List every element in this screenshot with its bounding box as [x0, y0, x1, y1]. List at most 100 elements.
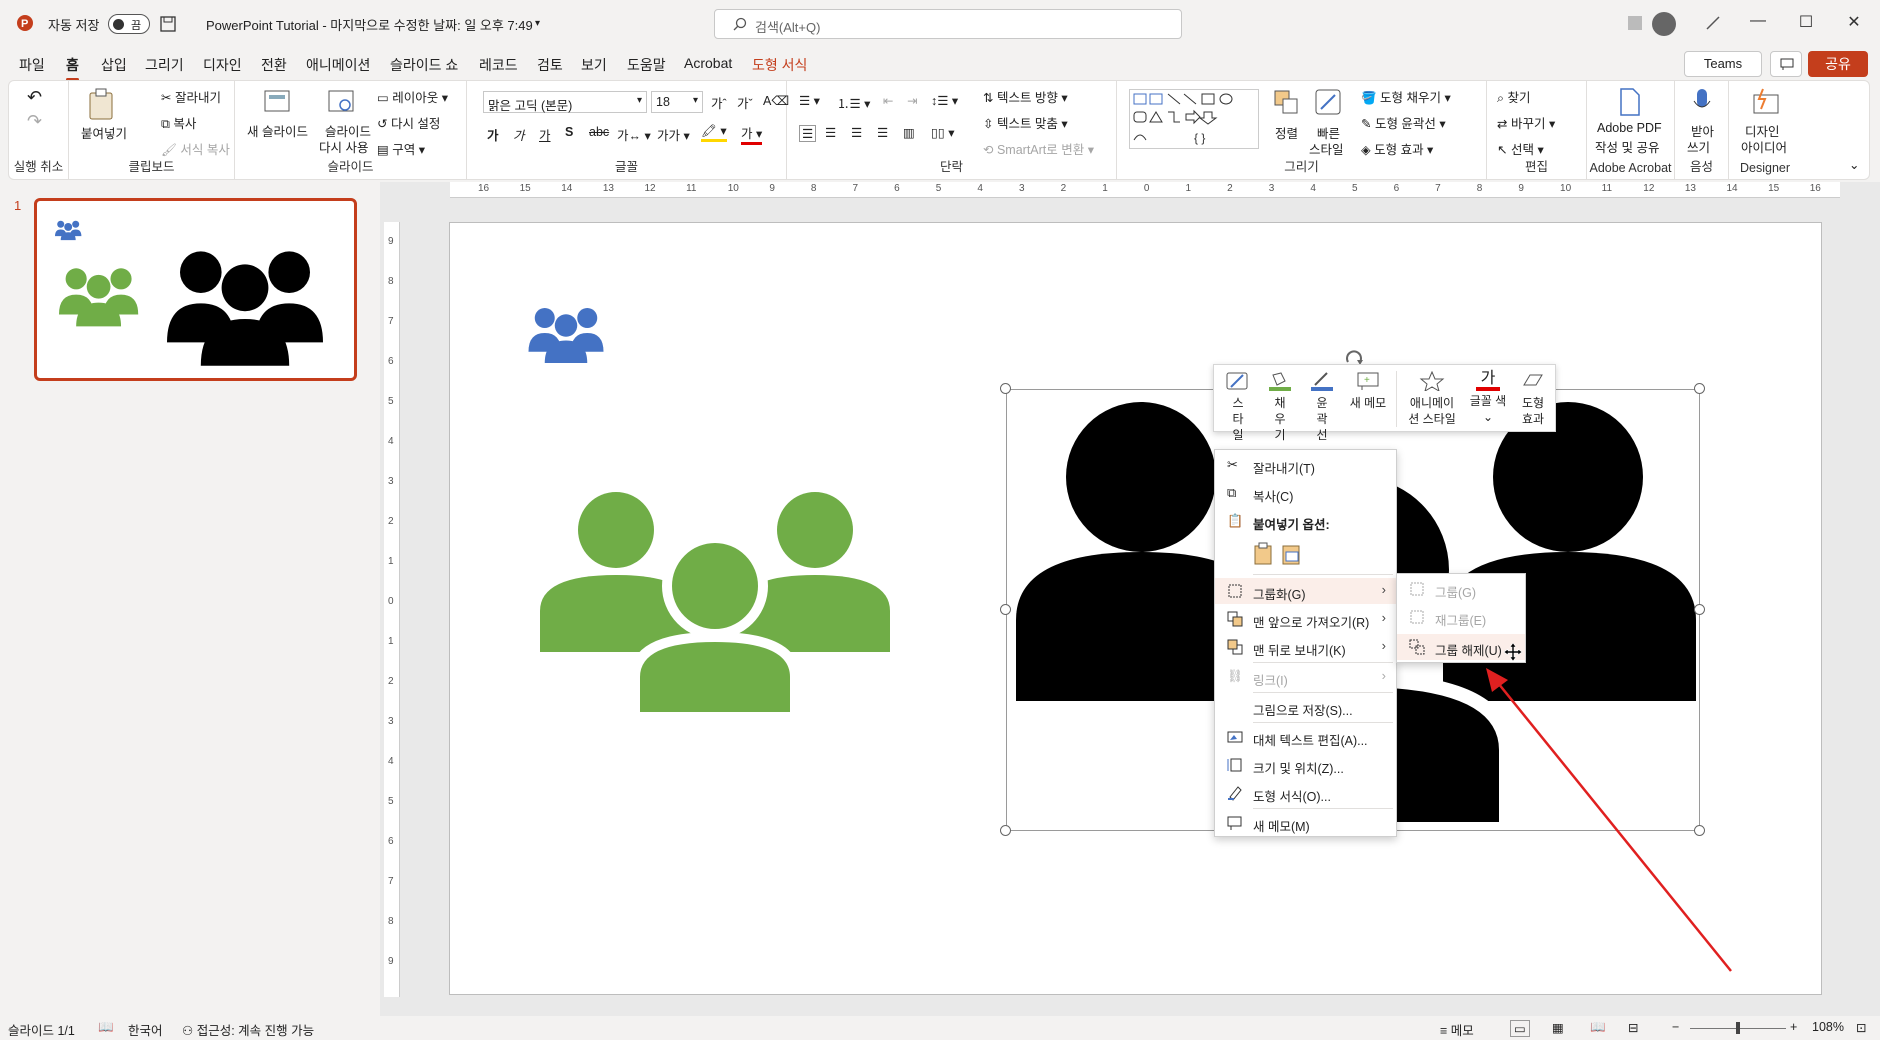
- minimize-button[interactable]: —: [1746, 12, 1770, 36]
- redo-icon[interactable]: ↷: [27, 111, 42, 132]
- menu-item-save-as-picture[interactable]: 그림으로 저장(S)...: [1215, 694, 1396, 720]
- blue-people-icon[interactable]: [520, 303, 612, 363]
- paste-as-picture-icon[interactable]: [1281, 542, 1303, 566]
- menu-item-edit-alt-text[interactable]: 대체 텍스트 편집(A)...: [1215, 724, 1396, 750]
- tab-home[interactable]: 홈: [66, 55, 79, 81]
- menu-item-cut[interactable]: ✂ 잘라내기(T): [1215, 452, 1396, 478]
- align-left-icon[interactable]: ☰: [799, 125, 817, 142]
- resize-handle-w[interactable]: [1000, 604, 1011, 615]
- cut-button[interactable]: ✂ 잘라내기: [161, 87, 221, 106]
- tab-draw[interactable]: 그리기: [145, 55, 184, 75]
- close-button[interactable]: ✕: [1842, 12, 1866, 36]
- document-title[interactable]: PowerPoint Tutorial - 마지막으로 수정한 날짜: 일 오후…: [206, 15, 533, 34]
- arrange-icon[interactable]: [1271, 87, 1301, 117]
- arrange-label[interactable]: 정렬: [1275, 123, 1298, 142]
- new-slide-icon[interactable]: [263, 87, 293, 115]
- find-button[interactable]: ⌕ 찾기: [1497, 87, 1531, 106]
- ribbon-display-icon[interactable]: [1628, 16, 1642, 30]
- strikethrough-icon[interactable]: abc: [589, 125, 609, 139]
- line-spacing-icon[interactable]: ↕☰ ▾: [931, 93, 958, 108]
- chevron-down-icon[interactable]: ▾: [535, 18, 540, 29]
- tab-view[interactable]: 보기: [581, 55, 607, 75]
- change-case-icon[interactable]: 가가 ▾: [657, 125, 690, 144]
- layout-button[interactable]: ▭ 레이아웃 ▾: [377, 87, 448, 106]
- pen-icon[interactable]: [1704, 14, 1722, 32]
- numbering-icon[interactable]: ⒈☰ ▾: [837, 93, 870, 112]
- slideshow-view-icon[interactable]: ⊟: [1628, 1020, 1638, 1035]
- align-right-icon[interactable]: ☰: [851, 125, 862, 140]
- reuse-slides-icon[interactable]: [327, 87, 357, 115]
- underline-icon[interactable]: 가: [539, 125, 551, 144]
- align-text-button[interactable]: ⇳ 텍스트 맞춤 ▾: [983, 113, 1068, 132]
- increase-indent-icon[interactable]: ⇥: [907, 93, 917, 108]
- save-icon[interactable]: [160, 16, 176, 32]
- justify-icon[interactable]: ☰: [877, 125, 888, 140]
- tab-design[interactable]: 디자인: [203, 55, 242, 75]
- quick-styles-icon[interactable]: [1313, 87, 1343, 117]
- paste-keep-source-icon[interactable]: [1253, 542, 1275, 566]
- text-direction-button[interactable]: ⇅ 텍스트 방향 ▾: [983, 87, 1068, 106]
- font-color-icon[interactable]: 가 ▾: [741, 123, 763, 145]
- comments-button[interactable]: [1770, 51, 1802, 77]
- adobe-pdf-icon[interactable]: [1617, 87, 1643, 117]
- tab-animations[interactable]: 애니메이션: [306, 55, 370, 75]
- green-people-icon[interactable]: [540, 491, 890, 717]
- clear-format-icon[interactable]: A⌫: [763, 93, 789, 108]
- menu-item-send-backward[interactable]: 맨 뒤로 보내기(K) ›: [1215, 634, 1396, 660]
- slide-info[interactable]: 슬라이드 1/1: [8, 1020, 75, 1039]
- grow-font-icon[interactable]: 가ˆ: [711, 93, 727, 112]
- teams-button[interactable]: Teams: [1684, 51, 1762, 77]
- mini-new-comment-button[interactable]: + 새 메모: [1346, 371, 1390, 411]
- dictate-label2[interactable]: 쓰기: [1687, 137, 1710, 156]
- font-size-select[interactable]: 18 ▾: [651, 91, 703, 113]
- resize-handle-ne[interactable]: [1694, 383, 1705, 394]
- bullets-icon[interactable]: ☰ ▾: [799, 93, 820, 108]
- microphone-icon[interactable]: [1691, 87, 1713, 117]
- reuse-slides-label2[interactable]: 다시 사용: [319, 137, 368, 156]
- shapes-gallery[interactable]: { }: [1129, 89, 1259, 149]
- paste-label[interactable]: 붙여넣기: [81, 123, 127, 142]
- tab-acrobat[interactable]: Acrobat: [684, 55, 732, 71]
- menu-item-group[interactable]: 그룹화(G) ›: [1215, 578, 1396, 604]
- zoom-out-button[interactable]: −: [1672, 1020, 1679, 1034]
- reset-button[interactable]: ↺ 다시 설정: [377, 113, 440, 132]
- decrease-indent-icon[interactable]: ⇤: [883, 93, 893, 108]
- tab-shape-format[interactable]: 도형 서식: [752, 55, 807, 75]
- mini-animation-style-button[interactable]: 애니메이 션 스타일: [1404, 370, 1460, 427]
- menu-item-new-comment[interactable]: 새 메모(M): [1215, 810, 1396, 836]
- copy-button[interactable]: ⧉ 복사: [161, 113, 196, 132]
- tab-record[interactable]: 레코드: [479, 55, 518, 75]
- tab-insert[interactable]: 삽입: [101, 55, 127, 75]
- submenu-item-group[interactable]: 그룹(G): [1397, 576, 1525, 602]
- designer-icon[interactable]: [1751, 87, 1781, 117]
- submenu-item-regroup[interactable]: 재그룹(E): [1397, 604, 1525, 630]
- char-spacing-icon[interactable]: 가↔ ▾: [617, 125, 651, 144]
- menu-item-format-shape[interactable]: 도형 서식(O)...: [1215, 780, 1396, 806]
- distribute-icon[interactable]: ▥: [903, 125, 915, 140]
- replace-button[interactable]: ⇄ 바꾸기 ▾: [1497, 113, 1555, 132]
- share-button[interactable]: 공유: [1808, 51, 1868, 77]
- resize-handle-e[interactable]: [1694, 604, 1705, 615]
- zoom-in-button[interactable]: +: [1790, 1020, 1797, 1034]
- zoom-slider-thumb[interactable]: [1736, 1022, 1740, 1034]
- avatar[interactable]: [1652, 12, 1676, 36]
- tab-transitions[interactable]: 전환: [261, 55, 287, 75]
- new-slide-label[interactable]: 새 슬라이드: [247, 121, 308, 140]
- tab-slideshow[interactable]: 슬라이드 쇼: [390, 55, 458, 75]
- menu-item-link[interactable]: ⛓ 링크(I) ›: [1215, 664, 1396, 690]
- menu-item-size-position[interactable]: 크기 및 위치(Z)...: [1215, 752, 1396, 778]
- mini-font-color-button[interactable]: 가 글꼴 색 ⌄: [1466, 371, 1510, 425]
- acrobat-label1[interactable]: Adobe PDF: [1597, 121, 1662, 135]
- collapse-ribbon-icon[interactable]: ⌄: [1849, 157, 1859, 172]
- menu-item-bring-forward[interactable]: 맨 앞으로 가져오기(R) ›: [1215, 606, 1396, 632]
- accessibility-status[interactable]: ⚇ 접근성: 계속 진행 가능: [182, 1020, 314, 1039]
- mini-shape-effects-button[interactable]: 도형 효과: [1514, 371, 1552, 427]
- mini-style-button[interactable]: 스타일: [1222, 371, 1254, 443]
- shrink-font-icon[interactable]: 가ˇ: [737, 93, 753, 112]
- shape-outline-button[interactable]: ✎ 도형 윤곽선 ▾: [1361, 113, 1446, 132]
- slide-thumbnail[interactable]: [34, 198, 357, 381]
- tab-review[interactable]: 검토: [537, 55, 563, 75]
- shadow-icon[interactable]: S: [565, 125, 573, 139]
- tab-file[interactable]: 파일: [19, 55, 45, 75]
- designer-label2[interactable]: 아이디어: [1741, 137, 1787, 156]
